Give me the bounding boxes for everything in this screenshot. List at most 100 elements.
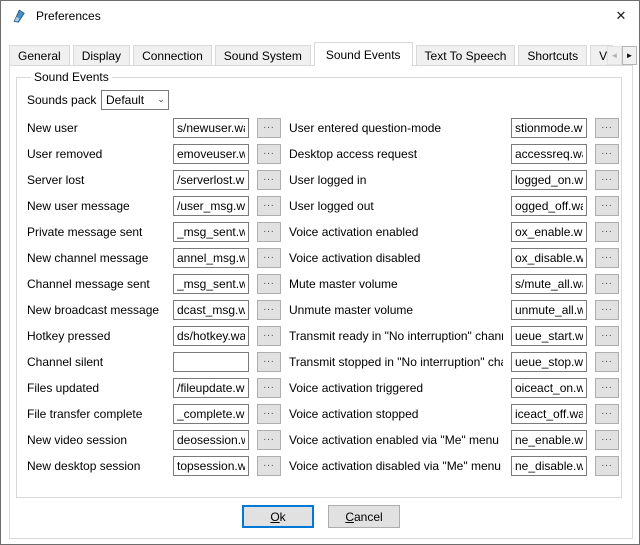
browse-button[interactable]: ...: [595, 248, 619, 268]
sound-file-input[interactable]: [173, 404, 249, 424]
sound-file-input[interactable]: [511, 274, 587, 294]
sound-file-input[interactable]: [511, 404, 587, 424]
preferences-dialog: Preferences ✕ General Display Connection So…: [0, 0, 640, 545]
tab-text-to-speech[interactable]: Text To Speech: [416, 45, 516, 65]
browse-button[interactable]: ...: [257, 300, 281, 320]
sound-file-input[interactable]: [511, 196, 587, 216]
sound-file-input[interactable]: [173, 300, 249, 320]
browse-button[interactable]: ...: [257, 196, 281, 216]
tab-sound-events[interactable]: Sound Events: [314, 42, 413, 66]
sound-file-input[interactable]: [173, 222, 249, 242]
event-label: New channel message: [27, 251, 165, 265]
event-label: Hotkey pressed: [27, 329, 165, 343]
browse-button[interactable]: ...: [257, 378, 281, 398]
sound-file-input[interactable]: [173, 118, 249, 138]
browse-button[interactable]: ...: [595, 326, 619, 346]
sound-event-row: New broadcast message...Unmute master vo…: [27, 297, 621, 323]
event-label: Voice activation enabled via "Me" menu: [289, 433, 503, 447]
sound-file-input[interactable]: [511, 352, 587, 372]
sound-file-input[interactable]: [511, 170, 587, 190]
sound-file-input[interactable]: [173, 144, 249, 164]
browse-button[interactable]: ...: [595, 274, 619, 294]
browse-button[interactable]: ...: [257, 430, 281, 450]
sound-event-row: Channel silent...Transmit stopped in "No…: [27, 349, 621, 375]
browse-button[interactable]: ...: [257, 456, 281, 476]
sound-file-input[interactable]: [173, 248, 249, 268]
window-title: Preferences: [36, 9, 101, 23]
browse-button[interactable]: ...: [595, 300, 619, 320]
tab-sound-system[interactable]: Sound System: [215, 45, 311, 65]
sound-file-input[interactable]: [173, 378, 249, 398]
groupbox-legend: Sound Events: [31, 70, 112, 84]
browse-button[interactable]: ...: [595, 196, 619, 216]
ok-button[interactable]: Ok: [242, 505, 314, 528]
sound-event-row: Hotkey pressed... Transmit ready in "No i…: [27, 323, 621, 349]
tab-general[interactable]: General: [9, 45, 70, 65]
event-label: New user: [27, 121, 165, 135]
sound-file-input[interactable]: [511, 118, 587, 138]
sound-file-input[interactable]: [511, 222, 587, 242]
browse-button[interactable]: ...: [595, 144, 619, 164]
sound-file-input[interactable]: [173, 274, 249, 294]
browse-button[interactable]: ...: [595, 378, 619, 398]
sound-file-input[interactable]: [511, 326, 587, 346]
sound-file-input[interactable]: [511, 430, 587, 450]
sound-event-row: New video session...Voice activation ena…: [27, 427, 621, 453]
sound-file-input[interactable]: [173, 430, 249, 450]
browse-button[interactable]: ...: [257, 118, 281, 138]
sound-event-row: New user...User entered question-mode...: [27, 115, 621, 141]
tab-scroll-left-button[interactable]: ◄: [607, 46, 622, 65]
tab-scroll-right-button[interactable]: ►: [622, 46, 637, 65]
browse-button[interactable]: ...: [595, 352, 619, 372]
sound-file-input[interactable]: [511, 144, 587, 164]
browse-button[interactable]: ...: [257, 248, 281, 268]
tab-strip: General Display Connection Sound SystemSoun…: [9, 42, 613, 66]
tab-label-shortcuts: Shortcuts: [527, 49, 578, 63]
sound-file-input[interactable]: [511, 300, 587, 320]
browse-button[interactable]: ...: [595, 404, 619, 424]
sound-file-input[interactable]: [173, 352, 249, 372]
tab-label-connection: Connection: [142, 49, 203, 63]
event-label: Voice activation triggered: [289, 381, 503, 395]
close-button[interactable]: ✕: [603, 1, 639, 30]
sounds-pack-select[interactable]: Default ⌄: [101, 90, 169, 110]
ok-button-label: O: [270, 510, 279, 524]
event-label: Unmute master volume: [289, 303, 503, 317]
event-label: Voice activation enabled: [289, 225, 503, 239]
sound-event-row: Channel message sent...Mute master volum…: [27, 271, 621, 297]
sound-file-input[interactable]: [173, 326, 249, 346]
sound-file-input[interactable]: [511, 456, 587, 476]
browse-button[interactable]: ...: [595, 170, 619, 190]
tab-shortcuts[interactable]: Shortcuts: [518, 45, 587, 65]
browse-button[interactable]: ...: [595, 118, 619, 138]
tab-connection[interactable]: Connection: [133, 45, 212, 65]
arrow-left-icon: ◄: [611, 51, 619, 60]
browse-button[interactable]: ...: [257, 352, 281, 372]
tab-display[interactable]: Display: [73, 45, 130, 65]
browse-button[interactable]: ...: [257, 170, 281, 190]
sound-file-input[interactable]: [173, 170, 249, 190]
sound-file-input[interactable]: [511, 248, 587, 268]
browse-button[interactable]: ...: [257, 404, 281, 424]
sound-events-groupbox: Sound Events Sounds pack Default ⌄ New u…: [16, 70, 622, 498]
sound-file-input[interactable]: [173, 456, 249, 476]
sound-event-row: Private message sent...Voice activation …: [27, 219, 621, 245]
sound-file-input[interactable]: [173, 196, 249, 216]
browse-button[interactable]: ...: [257, 326, 281, 346]
event-label: Transmit ready in "No interruption" chan…: [289, 329, 503, 343]
tab-scrollers: ◄ ►: [607, 46, 637, 65]
browse-button[interactable]: ...: [257, 144, 281, 164]
event-label: Server lost: [27, 173, 165, 187]
browse-button[interactable]: ...: [595, 456, 619, 476]
browse-button[interactable]: ...: [257, 222, 281, 242]
browse-button[interactable]: ...: [595, 222, 619, 242]
sound-event-row: New channel message...Voice activation d…: [27, 245, 621, 271]
event-label: Files updated: [27, 381, 165, 395]
event-label: Channel message sent: [27, 277, 165, 291]
cancel-button[interactable]: Cancel: [328, 505, 400, 528]
event-label: Desktop access request: [289, 147, 503, 161]
browse-button[interactable]: ...: [595, 430, 619, 450]
tab-label-display: Display: [82, 49, 121, 63]
browse-button[interactable]: ...: [257, 274, 281, 294]
sound-file-input[interactable]: [511, 378, 587, 398]
